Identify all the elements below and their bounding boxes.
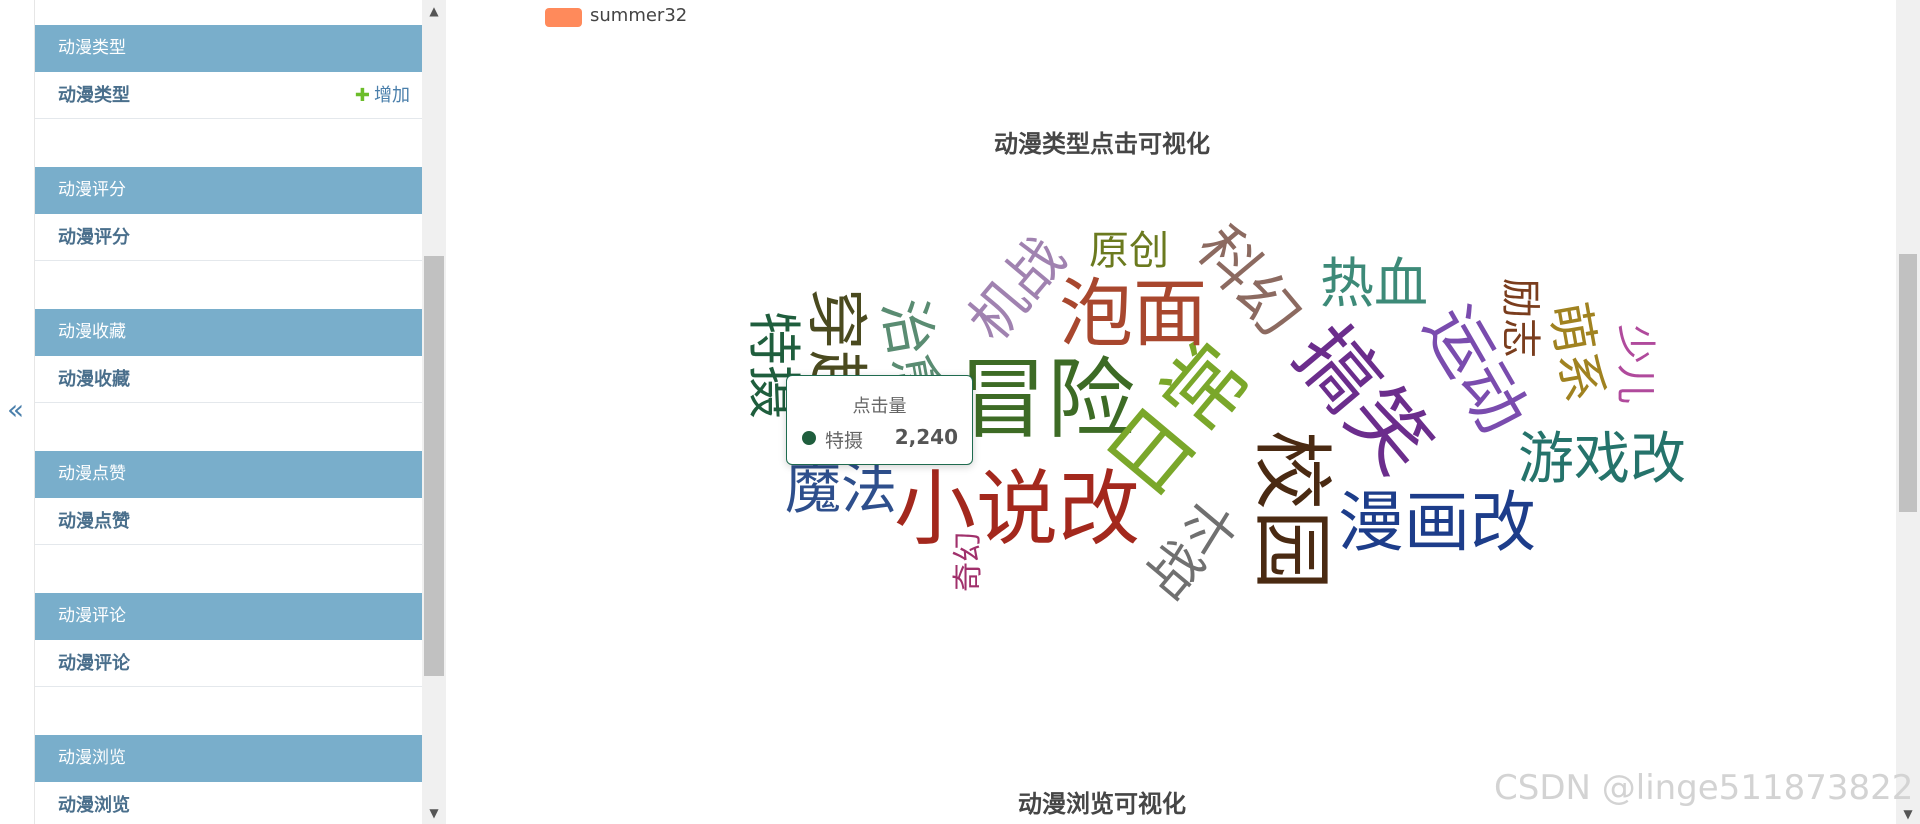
sidebar-group-browse: 动漫浏览 动漫浏览 — [35, 735, 422, 824]
word-cloud-word[interactable]: 少儿 — [1612, 324, 1658, 404]
sidebar-group-favorite: 动漫收藏 动漫收藏 — [35, 309, 422, 403]
sidebar-group-header[interactable]: 动漫点赞 — [35, 451, 422, 498]
page-scrollbar[interactable]: ▼ — [1896, 0, 1920, 824]
scroll-up-arrow-icon[interactable]: ▲ — [422, 4, 446, 18]
sidebar-group-rating: 动漫评分 动漫评分 — [35, 167, 422, 261]
sidebar-group-header[interactable]: 动漫收藏 — [35, 309, 422, 356]
word-cloud-word[interactable]: 热血 — [1320, 257, 1428, 311]
sidebar-group-type: 动漫类型 动漫类型 ✚ 增加 — [35, 25, 422, 119]
sidebar-item-label: 动漫类型 — [58, 85, 130, 106]
sidebar-group-header[interactable]: 动漫评分 — [35, 167, 422, 214]
sidebar-item-label: 动漫点赞 — [58, 511, 130, 532]
word-cloud-word[interactable]: 校园 — [1245, 430, 1338, 590]
word-cloud-word[interactable]: 萌系 — [1539, 298, 1613, 407]
sidebar-item-label: 动漫评论 — [58, 653, 130, 674]
sidebar-scroll-thumb[interactable] — [424, 256, 444, 676]
word-cloud-word[interactable]: 游戏改 — [1518, 432, 1686, 488]
sidebar-group-header[interactable]: 动漫评论 — [35, 593, 422, 640]
scroll-down-arrow-icon[interactable]: ▼ — [1896, 807, 1920, 821]
sidebar-group-header[interactable]: 动漫浏览 — [35, 735, 422, 782]
add-button[interactable]: ✚ 增加 — [355, 72, 410, 119]
sidebar-item-anime-type[interactable]: 动漫类型 ✚ 增加 — [35, 72, 422, 119]
sidebar-item-anime-comment[interactable]: 动漫评论 — [35, 640, 422, 687]
word-cloud-word[interactable]: 泡面 — [1059, 277, 1207, 351]
sidebar-group-header[interactable]: 动漫类型 — [35, 25, 422, 72]
word-cloud-word[interactable]: 励志 — [1497, 278, 1543, 358]
sidebar-item-anime-rating[interactable]: 动漫评分 — [35, 214, 422, 261]
collapse-sidebar-icon[interactable]: « — [7, 396, 24, 424]
tooltip-series: 点击量 — [852, 396, 907, 417]
chart-tooltip: 点击量 特摄 2,240 — [786, 375, 973, 465]
word-cloud-word[interactable]: 漫画改 — [1338, 490, 1536, 556]
sidebar-group-like: 动漫点赞 动漫点赞 — [35, 451, 422, 545]
sidebar-item-label: 动漫收藏 — [58, 369, 130, 390]
watermark: CSDN @linge511873822 — [1494, 768, 1914, 808]
tooltip-marker-icon — [802, 431, 816, 445]
plus-icon: ✚ — [354, 85, 370, 106]
sidebar-collapse-gutter: « — [0, 0, 35, 824]
scroll-down-arrow-icon[interactable]: ▼ — [422, 806, 446, 820]
page-scroll-thumb[interactable] — [1899, 254, 1917, 512]
sidebar-group-comment: 动漫评论 动漫评论 — [35, 593, 422, 687]
tooltip-name: 特摄 — [825, 430, 864, 452]
main-content: summer32 动漫类型点击可视化 冒险 日常 小说改 校园 搞笑 泡面 漫画改 运动 魔法游… — [447, 0, 1896, 824]
add-label: 增加 — [374, 85, 410, 106]
tooltip-value: 2,240 — [894, 425, 958, 449]
sidebar: 动漫类型 动漫类型 ✚ 增加 动漫评分 动漫评分 动漫收藏 动漫收藏 动漫点赞 动… — [35, 0, 422, 824]
sidebar-scrollbar[interactable]: ▲ ▼ — [422, 0, 446, 824]
sidebar-item-label: 动漫评分 — [58, 227, 130, 248]
sidebar-item-anime-favorite[interactable]: 动漫收藏 — [35, 356, 422, 403]
sidebar-item-anime-like[interactable]: 动漫点赞 — [35, 498, 422, 545]
word-cloud-word[interactable]: 原创 — [1089, 231, 1169, 271]
word-cloud-word[interactable]: 小说改 — [894, 469, 1140, 551]
word-cloud-word[interactable]: 奇幻 — [951, 532, 986, 592]
word-cloud-word[interactable]: 魔法 — [785, 462, 897, 518]
sidebar-item-anime-browse[interactable]: 动漫浏览 — [35, 782, 422, 824]
word-cloud-chart: 冒险 日常 小说改 校园 搞笑 泡面 漫画改 运动 魔法 游戏改 科幻 特摄 穿越 治愈 机战 热血 战斗 萌系原… — [447, 0, 1896, 824]
sidebar-item-label: 动漫浏览 — [58, 795, 130, 816]
